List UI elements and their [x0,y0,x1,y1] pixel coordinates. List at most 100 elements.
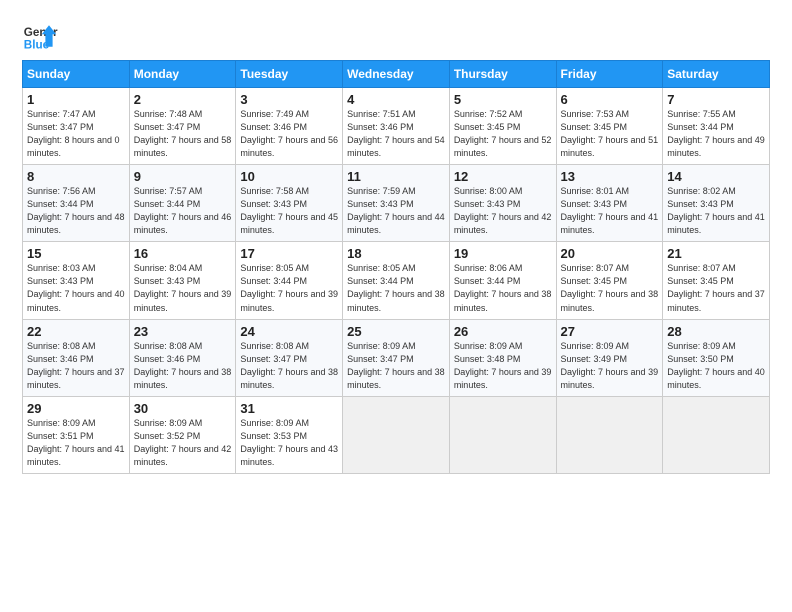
page: General Blue SundayMondayTuesdayWednesda… [0,0,792,486]
col-header-sunday: Sunday [23,61,130,88]
day-number: 20 [561,246,659,261]
week-row-3: 15 Sunrise: 8:03 AMSunset: 3:43 PMDayligh… [23,242,770,319]
day-info: Sunrise: 7:56 AMSunset: 3:44 PMDaylight:… [27,186,125,235]
day-cell [556,396,663,473]
day-cell: 24 Sunrise: 8:08 AMSunset: 3:47 PMDayligh… [236,319,343,396]
day-info: Sunrise: 8:07 AMSunset: 3:45 PMDaylight:… [561,263,659,312]
col-header-tuesday: Tuesday [236,61,343,88]
day-number: 27 [561,324,659,339]
day-number: 14 [667,169,765,184]
day-info: Sunrise: 7:51 AMSunset: 3:46 PMDaylight:… [347,109,445,158]
day-cell: 11 Sunrise: 7:59 AMSunset: 3:43 PMDayligh… [343,165,450,242]
day-cell: 12 Sunrise: 8:00 AMSunset: 3:43 PMDayligh… [449,165,556,242]
day-number: 19 [454,246,552,261]
day-number: 17 [240,246,338,261]
col-header-monday: Monday [129,61,236,88]
day-cell: 5 Sunrise: 7:52 AMSunset: 3:45 PMDaylight… [449,88,556,165]
day-cell: 30 Sunrise: 8:09 AMSunset: 3:52 PMDayligh… [129,396,236,473]
day-number: 1 [27,92,125,107]
day-info: Sunrise: 8:00 AMSunset: 3:43 PMDaylight:… [454,186,552,235]
day-number: 15 [27,246,125,261]
day-number: 4 [347,92,445,107]
day-number: 3 [240,92,338,107]
day-number: 26 [454,324,552,339]
day-info: Sunrise: 8:08 AMSunset: 3:46 PMDaylight:… [27,341,125,390]
calendar-table: SundayMondayTuesdayWednesdayThursdayFrid… [22,60,770,474]
day-number: 30 [134,401,232,416]
day-number: 21 [667,246,765,261]
day-number: 8 [27,169,125,184]
day-info: Sunrise: 7:49 AMSunset: 3:46 PMDaylight:… [240,109,338,158]
day-number: 16 [134,246,232,261]
day-info: Sunrise: 8:09 AMSunset: 3:53 PMDaylight:… [240,418,338,467]
day-info: Sunrise: 8:06 AMSunset: 3:44 PMDaylight:… [454,263,552,312]
day-cell: 22 Sunrise: 8:08 AMSunset: 3:46 PMDayligh… [23,319,130,396]
day-number: 5 [454,92,552,107]
day-info: Sunrise: 8:01 AMSunset: 3:43 PMDaylight:… [561,186,659,235]
day-cell: 25Sunrise: 8:09 AMSunset: 3:47 PMDayligh… [343,319,450,396]
day-info: Sunrise: 8:09 AMSunset: 3:50 PMDaylight:… [667,341,765,390]
day-number: 7 [667,92,765,107]
day-cell: 4 Sunrise: 7:51 AMSunset: 3:46 PMDaylight… [343,88,450,165]
day-cell: 28 Sunrise: 8:09 AMSunset: 3:50 PMDayligh… [663,319,770,396]
day-info: Sunrise: 7:52 AMSunset: 3:45 PMDaylight:… [454,109,552,158]
day-number: 12 [454,169,552,184]
day-number: 6 [561,92,659,107]
day-cell: 17 Sunrise: 8:05 AMSunset: 3:44 PMDayligh… [236,242,343,319]
day-info: Sunrise: 7:59 AMSunset: 3:43 PMDaylight:… [347,186,445,235]
col-header-thursday: Thursday [449,61,556,88]
day-cell: 2Sunrise: 7:48 AMSunset: 3:47 PMDaylight… [129,88,236,165]
day-cell: 10 Sunrise: 7:58 AMSunset: 3:43 PMDayligh… [236,165,343,242]
day-info: Sunrise: 8:02 AMSunset: 3:43 PMDaylight:… [667,186,765,235]
day-info: Sunrise: 8:03 AMSunset: 3:43 PMDaylight:… [27,263,125,312]
day-cell: 3 Sunrise: 7:49 AMSunset: 3:46 PMDaylight… [236,88,343,165]
week-row-1: 1Sunrise: 7:47 AMSunset: 3:47 PMDaylight… [23,88,770,165]
day-info: Sunrise: 8:05 AMSunset: 3:44 PMDaylight:… [240,263,338,312]
day-cell: 23Sunrise: 8:08 AMSunset: 3:46 PMDayligh… [129,319,236,396]
logo-icon: General Blue [22,18,58,54]
col-header-saturday: Saturday [663,61,770,88]
day-cell [663,396,770,473]
day-cell: 6Sunrise: 7:53 AMSunset: 3:45 PMDaylight… [556,88,663,165]
col-header-wednesday: Wednesday [343,61,450,88]
day-info: Sunrise: 8:09 AMSunset: 3:52 PMDaylight:… [134,418,232,467]
day-cell: 8 Sunrise: 7:56 AMSunset: 3:44 PMDaylight… [23,165,130,242]
day-number: 24 [240,324,338,339]
day-cell: 18Sunrise: 8:05 AMSunset: 3:44 PMDayligh… [343,242,450,319]
day-info: Sunrise: 8:09 AMSunset: 3:48 PMDaylight:… [454,341,552,390]
day-info: Sunrise: 8:09 AMSunset: 3:51 PMDaylight:… [27,418,125,467]
day-info: Sunrise: 8:08 AMSunset: 3:46 PMDaylight:… [134,341,232,390]
day-cell [343,396,450,473]
day-info: Sunrise: 8:04 AMSunset: 3:43 PMDaylight:… [134,263,232,312]
logo: General Blue [22,18,62,54]
day-number: 11 [347,169,445,184]
day-cell: 21 Sunrise: 8:07 AMSunset: 3:45 PMDayligh… [663,242,770,319]
day-cell: 26 Sunrise: 8:09 AMSunset: 3:48 PMDayligh… [449,319,556,396]
header-row: SundayMondayTuesdayWednesdayThursdayFrid… [23,61,770,88]
day-info: Sunrise: 7:48 AMSunset: 3:47 PMDaylight:… [134,109,232,158]
day-cell: 16 Sunrise: 8:04 AMSunset: 3:43 PMDayligh… [129,242,236,319]
day-cell: 20 Sunrise: 8:07 AMSunset: 3:45 PMDayligh… [556,242,663,319]
day-info: Sunrise: 8:08 AMSunset: 3:47 PMDaylight:… [240,341,338,390]
day-info: Sunrise: 7:57 AMSunset: 3:44 PMDaylight:… [134,186,232,235]
day-number: 31 [240,401,338,416]
week-row-5: 29 Sunrise: 8:09 AMSunset: 3:51 PMDayligh… [23,396,770,473]
day-cell: 7 Sunrise: 7:55 AMSunset: 3:44 PMDaylight… [663,88,770,165]
day-number: 22 [27,324,125,339]
day-cell: 14 Sunrise: 8:02 AMSunset: 3:43 PMDayligh… [663,165,770,242]
header: General Blue [22,18,770,54]
col-header-friday: Friday [556,61,663,88]
day-number: 25 [347,324,445,339]
day-number: 18 [347,246,445,261]
day-number: 13 [561,169,659,184]
day-number: 9 [134,169,232,184]
day-number: 10 [240,169,338,184]
day-info: Sunrise: 8:09 AMSunset: 3:49 PMDaylight:… [561,341,659,390]
day-info: Sunrise: 7:58 AMSunset: 3:43 PMDaylight:… [240,186,338,235]
day-cell: 15 Sunrise: 8:03 AMSunset: 3:43 PMDayligh… [23,242,130,319]
day-info: Sunrise: 7:55 AMSunset: 3:44 PMDaylight:… [667,109,765,158]
day-cell: 29 Sunrise: 8:09 AMSunset: 3:51 PMDayligh… [23,396,130,473]
day-number: 28 [667,324,765,339]
day-info: Sunrise: 8:07 AMSunset: 3:45 PMDaylight:… [667,263,765,312]
day-number: 29 [27,401,125,416]
